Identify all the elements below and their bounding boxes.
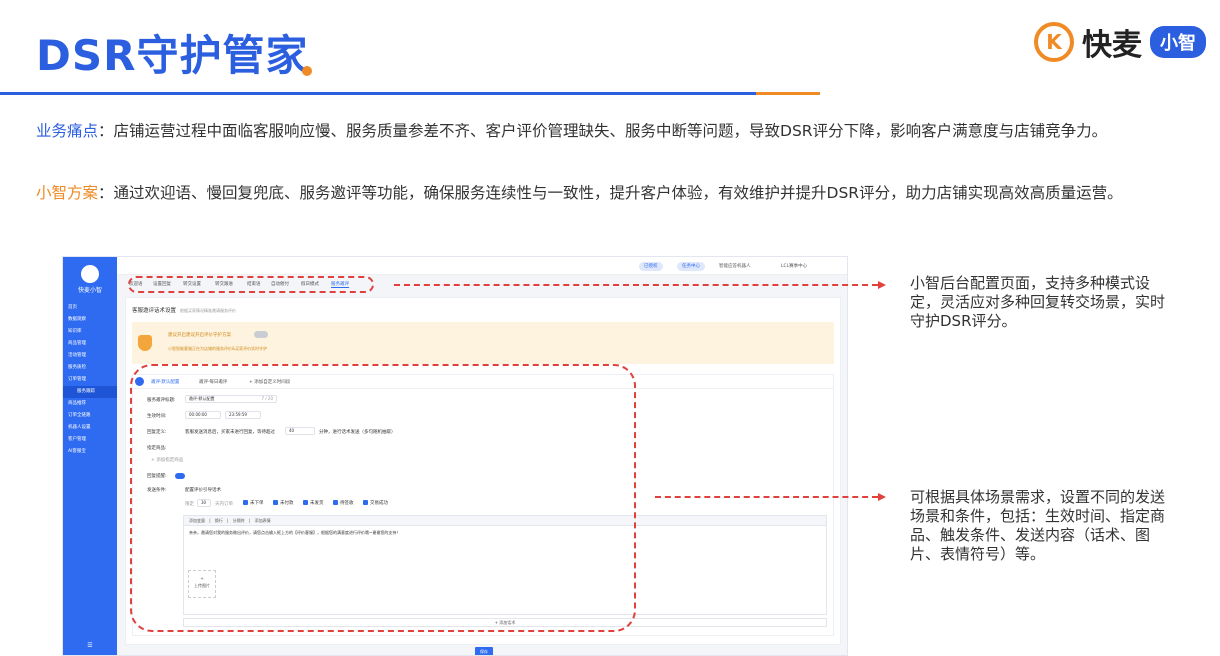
sidebar-item[interactable]: 活动管理 [63, 350, 117, 362]
arrow-line-2 [655, 496, 878, 498]
sidebar-item[interactable]: 知识库 [63, 326, 117, 338]
plan-paragraph: 小智方案：通过欢迎语、慢回复兜底、服务邀评等功能，确保服务连续性与一致性，提升客… [36, 180, 1186, 207]
sidebar-item-active[interactable]: 服务跟踪 [63, 386, 117, 398]
brand-badge: 小智 [1150, 26, 1206, 58]
task-center-pill[interactable]: 任务中心 [677, 262, 705, 271]
season-menu[interactable]: LCL赛季中心 [781, 262, 807, 271]
divider-orange [756, 92, 820, 95]
note-2: 可根据具体场景需求，设置不同的发送场景和条件，包括：生效时间、指定商品、触发条件… [910, 488, 1166, 563]
slide-title: DSR守护管家 [36, 31, 309, 80]
menu-icon[interactable]: ☰ [63, 642, 117, 649]
plan-text: ：通过欢迎语、慢回复兜底、服务邀评等功能，确保服务连续性与一致性，提升客户体验，… [98, 184, 1123, 202]
plan-label: 小智方案 [36, 184, 99, 202]
sidebar-item[interactable]: 商品推荐 [63, 398, 117, 410]
arrow-head-2-icon [878, 493, 886, 501]
sidebar-item[interactable]: 数据观察 [63, 314, 117, 326]
brand: K 快麦 小智 [1034, 20, 1206, 64]
banner-text: 小智智能客服正在为店铺的服务评价&买家评价实时守护 [168, 346, 268, 351]
sidebar-item[interactable]: 订单管理 [63, 374, 117, 386]
title-dot [302, 66, 312, 76]
robot-menu[interactable]: 智能应答机器人 [719, 262, 751, 271]
arrow-head-1-icon [878, 281, 886, 289]
note-1: 小智后台配置页面，支持多种模式设定，灵活应对多种回复转交场景，实时守护DSR评分… [910, 274, 1166, 330]
pain-label: 业务痛点 [36, 122, 99, 140]
topbar: 已授权 任务中心 智能应答机器人 LCL赛季中心 [117, 257, 847, 275]
sidebar-item[interactable]: 服务质检 [63, 362, 117, 374]
pain-paragraph: 业务痛点：店铺运营过程中面临客服响应慢、服务质量参差不齐、客户评价管理缺失、服务… [36, 118, 1186, 145]
page-subtitle: 根据买家情况精准邀请服务评价 [180, 308, 237, 313]
sidebar-item[interactable]: 客户管理 [63, 434, 117, 446]
highlight-tabs [128, 276, 374, 293]
sidebar-item[interactable]: AI客服宝 [63, 446, 117, 458]
page-title-text: 客服邀评话术设置 [132, 308, 177, 314]
authorized-pill[interactable]: 已授权 [639, 262, 663, 271]
tip-banner: 建议开启建议开启评价守护方案 小智智能客服正在为店铺的服务评价&买家评价实时守护 [132, 322, 834, 364]
app-brand: 快麦小智 [77, 287, 102, 294]
sidebar: 快麦小智 首页 数据观察 知识库 商品管理 活动管理 服务质检 订单管理 服务跟… [63, 257, 117, 655]
banner-title: 建议开启建议开启评价守护方案 [168, 333, 231, 338]
arrow-line-1 [394, 284, 878, 286]
sidebar-item[interactable]: 商品管理 [63, 338, 117, 350]
brand-name: 快麦 [1082, 28, 1142, 63]
app-logo-icon [81, 265, 99, 283]
sidebar-item[interactable]: 首页 [63, 302, 117, 314]
page-title: 客服邀评话术设置 根据买家情况精准邀请服务评价 [132, 306, 236, 314]
brand-logo-icon: K [1034, 22, 1074, 62]
pain-text: ：店铺运营过程中面临客服响应慢、服务质量参差不齐、客户评价管理缺失、服务中断等问… [98, 122, 1108, 140]
save-button[interactable]: 保存 [475, 647, 493, 655]
divider-blue [0, 92, 756, 95]
shield-icon [138, 335, 152, 351]
sidebar-item[interactable]: 机器人设置 [63, 422, 117, 434]
banner-toggle[interactable] [254, 331, 268, 338]
highlight-panel [130, 364, 636, 632]
sidebar-item[interactable]: 订单全链路 [63, 410, 117, 422]
